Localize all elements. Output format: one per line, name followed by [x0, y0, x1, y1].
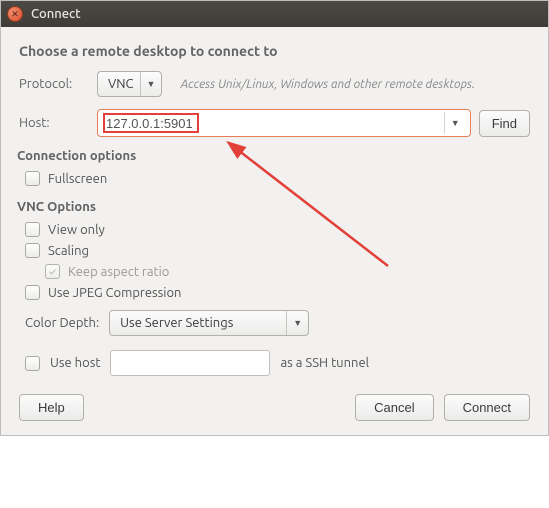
color-depth-row: Color Depth: Use Server Settings ▼: [25, 310, 530, 336]
view-only-checkbox[interactable]: [25, 222, 40, 237]
chevron-down-icon[interactable]: ▼: [444, 112, 466, 134]
use-host-row: Use host as a SSH tunnel: [25, 350, 530, 376]
window-title: Connect: [31, 7, 81, 21]
dialog-content: Choose a remote desktop to connect to Pr…: [1, 27, 548, 435]
help-button[interactable]: Help: [19, 394, 84, 421]
protocol-select[interactable]: VNC ▼: [97, 71, 162, 97]
keep-aspect-row: ✓ Keep aspect ratio: [45, 264, 530, 279]
protocol-hint: Access Unix/Linux, Windows and other rem…: [180, 78, 475, 91]
close-icon[interactable]: ✕: [7, 6, 23, 22]
titlebar: ✕ Connect: [1, 1, 548, 27]
color-depth-label: Color Depth:: [25, 316, 99, 330]
connect-button[interactable]: Connect: [444, 394, 530, 421]
color-depth-value: Use Server Settings: [120, 316, 233, 330]
dialog-footer: Help Cancel Connect: [19, 394, 530, 423]
cancel-button[interactable]: Cancel: [355, 394, 433, 421]
keep-aspect-label: Keep aspect ratio: [68, 265, 169, 279]
jpeg-row: Use JPEG Compression: [25, 285, 530, 300]
scaling-checkbox[interactable]: [25, 243, 40, 258]
view-only-label: View only: [48, 223, 105, 237]
ssh-host-input[interactable]: [110, 350, 270, 376]
host-row: Host: ▼ Find: [19, 109, 530, 137]
fullscreen-checkbox[interactable]: [25, 171, 40, 186]
jpeg-label: Use JPEG Compression: [48, 286, 181, 300]
color-depth-select[interactable]: Use Server Settings ▼: [109, 310, 309, 336]
jpeg-checkbox[interactable]: [25, 285, 40, 300]
view-only-row: View only: [25, 222, 530, 237]
connect-dialog: ✕ Connect Choose a remote desktop to con…: [0, 0, 549, 436]
connection-options-title: Connection options: [17, 149, 530, 163]
host-input-combo[interactable]: ▼: [97, 109, 471, 137]
keep-aspect-checkbox: ✓: [45, 264, 60, 279]
fullscreen-label: Fullscreen: [48, 172, 107, 186]
protocol-row: Protocol: VNC ▼ Access Unix/Linux, Windo…: [19, 71, 530, 97]
chevron-down-icon: ▼: [140, 72, 156, 96]
find-button[interactable]: Find: [479, 110, 530, 137]
chevron-down-icon: ▼: [286, 311, 302, 335]
fullscreen-row: Fullscreen: [25, 171, 530, 186]
scaling-label: Scaling: [48, 244, 89, 258]
protocol-value: VNC: [108, 77, 134, 91]
use-host-checkbox[interactable]: [25, 356, 40, 371]
host-label: Host:: [19, 116, 89, 130]
ssh-suffix-label: as a SSH tunnel: [280, 356, 369, 370]
page-title: Choose a remote desktop to connect to: [19, 43, 530, 59]
vnc-options-title: VNC Options: [17, 200, 530, 214]
spacer: [94, 394, 345, 421]
host-input[interactable]: [106, 116, 444, 131]
protocol-label: Protocol:: [19, 77, 89, 91]
use-host-label: Use host: [50, 356, 100, 370]
scaling-row: Scaling: [25, 243, 530, 258]
